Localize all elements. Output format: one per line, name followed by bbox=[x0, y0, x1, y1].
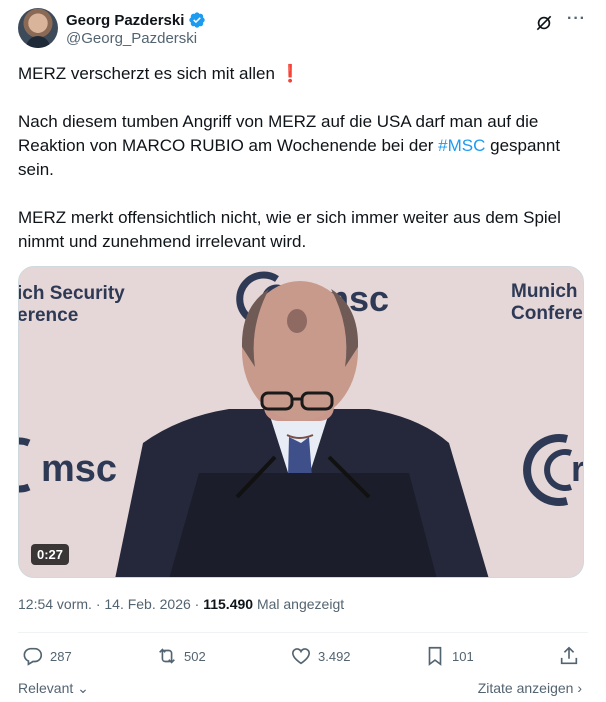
author-name-row: Georg Pazderski bbox=[66, 10, 206, 30]
post-timestamp[interactable]: 12:54 vorm. · 14. Feb. 2026 · bbox=[18, 596, 203, 612]
post-paragraph3: MERZ merkt offensichtlich nicht, wie er … bbox=[18, 208, 561, 251]
backdrop-text-left: ich Security bbox=[19, 283, 125, 304]
hashtag-link[interactable]: #MSC bbox=[438, 136, 485, 155]
tweet-header: Georg Pazderski @Georg_Pazderski ··· bbox=[18, 6, 588, 50]
reply-icon bbox=[23, 647, 43, 666]
bookmark-button[interactable]: 101 bbox=[424, 645, 474, 667]
chevron-down-icon: ⌄ bbox=[77, 680, 89, 696]
repost-button[interactable]: 502 bbox=[156, 645, 206, 667]
video-player[interactable]: ich Security erence Munich Conferen msc … bbox=[18, 266, 584, 578]
video-frame: ich Security erence Munich Conferen msc … bbox=[19, 267, 584, 577]
video-duration: 0:27 bbox=[31, 544, 70, 565]
post-line1: MERZ verscherzt es sich mit allen ❗ bbox=[18, 62, 588, 86]
bookmark-icon bbox=[428, 646, 442, 666]
relevant-label: Relevant bbox=[18, 680, 74, 696]
author-handle[interactable]: @Georg_Pazderski bbox=[66, 30, 197, 47]
post-paragraph2: Nach diesem tumben Angriff von MERZ auf … bbox=[18, 110, 588, 182]
more-icon[interactable]: ··· bbox=[567, 10, 586, 28]
share-button[interactable] bbox=[558, 645, 580, 667]
view-count: 115.490 bbox=[203, 596, 254, 612]
divider bbox=[18, 632, 588, 633]
avatar[interactable] bbox=[18, 8, 58, 48]
post-footer: Relevant ⌄ Zitate anzeigen › bbox=[18, 680, 588, 700]
verified-badge-icon bbox=[189, 12, 206, 28]
action-bar: 287 502 3.492 101 bbox=[18, 645, 588, 669]
post-line1-text: MERZ verscherzt es sich mit allen bbox=[18, 64, 275, 83]
reply-count: 287 bbox=[50, 648, 72, 664]
exclamation-emoji: ❗ bbox=[279, 64, 301, 83]
like-button[interactable]: 3.492 bbox=[290, 645, 351, 667]
backdrop-text-left2: erence bbox=[19, 305, 78, 326]
like-count: 3.492 bbox=[318, 648, 351, 664]
view-count-label: Mal angezeigt bbox=[253, 596, 345, 612]
reply-button[interactable]: 287 bbox=[22, 645, 72, 667]
chevron-right-icon: › bbox=[577, 680, 582, 696]
backdrop-text-right: Munich bbox=[511, 281, 578, 302]
post-meta: 12:54 vorm. · 14. Feb. 2026 · 115.490 Ma… bbox=[18, 596, 344, 612]
msc-logo-left-text: msc bbox=[41, 448, 117, 490]
repost-icon bbox=[159, 648, 175, 664]
relevant-sort-dropdown[interactable]: Relevant ⌄ bbox=[18, 680, 89, 697]
msc-logo-right-text: r bbox=[571, 448, 584, 489]
lectern bbox=[169, 455, 437, 577]
grok-icon[interactable] bbox=[534, 13, 554, 33]
view-quotes-link[interactable]: Zitate anzeigen › bbox=[478, 680, 582, 696]
author-name[interactable]: Georg Pazderski bbox=[66, 12, 184, 29]
backdrop-text-right2: Conferen bbox=[511, 303, 584, 324]
repost-count: 502 bbox=[184, 648, 206, 664]
heart-icon bbox=[291, 648, 311, 665]
share-icon bbox=[560, 646, 578, 665]
bookmark-count: 101 bbox=[452, 648, 474, 664]
view-quotes-label: Zitate anzeigen bbox=[477, 680, 574, 696]
